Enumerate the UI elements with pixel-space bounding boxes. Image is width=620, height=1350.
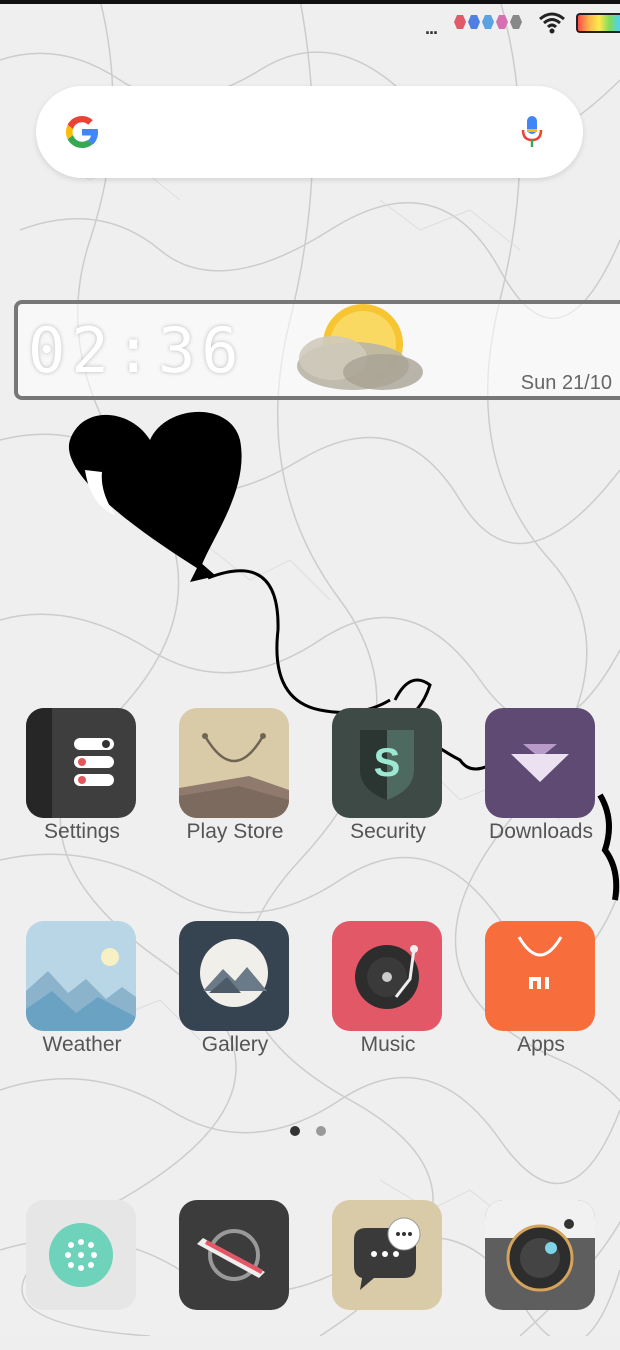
weather-icon[interactable] [26,921,136,1031]
clock-weather-widget[interactable]: 02:36 Sun 21/10 [14,300,620,400]
messages-icon[interactable] [332,1200,442,1310]
app-label: Play Store [186,820,284,843]
phone-dialer-icon[interactable] [26,1200,136,1310]
partly-cloudy-icon [297,304,423,390]
dock-app-phone[interactable] [2,1200,142,1350]
dock-app-camera[interactable] [461,1200,601,1350]
download-icon[interactable] [485,708,595,818]
dock-app-browser[interactable] [155,1200,295,1350]
app-settings[interactable]: Settings [2,708,142,858]
app-play-store[interactable]: Play Store [155,708,295,858]
app-music[interactable]: Music [308,921,448,1071]
app-apps[interactable]: Apps [461,921,601,1071]
app-label: Music [360,1033,416,1056]
top-edge [0,0,620,4]
app-gallery[interactable]: Gallery [155,921,295,1071]
wifi-icon [539,12,565,34]
mountain-icon[interactable] [179,921,289,1031]
page-indicator [290,1126,326,1136]
google-search-bar[interactable] [36,86,583,178]
app-label: Settings [44,820,120,843]
app-label: Security [350,820,426,843]
notification-dot [496,15,508,29]
notification-dot [454,15,466,29]
mic-icon[interactable] [520,114,544,150]
settings-icon[interactable] [26,708,136,818]
notification-dots [454,15,522,29]
page-dot-active [290,1126,300,1136]
shopping-bag-icon[interactable] [179,708,289,818]
record-icon[interactable] [332,921,442,1031]
notification-overflow-icon: ... [425,18,438,38]
mi-bag-icon[interactable] [485,921,595,1031]
dock-app-messages[interactable] [308,1200,448,1350]
date-label: Sun 21/10 [520,372,612,394]
shield-icon[interactable]: S [332,708,442,818]
camera-icon[interactable] [485,1200,595,1310]
status-bar: ... [0,0,620,48]
app-security[interactable]: S Security [308,708,448,858]
compass-browser-icon[interactable] [179,1200,289,1310]
google-logo-icon[interactable] [60,110,104,154]
app-label: Apps [517,1033,565,1056]
notification-dot [482,15,494,29]
clock-time: 02:36 [28,314,245,387]
app-label: Gallery [201,1033,269,1056]
notification-dot [468,15,480,29]
page-dot [316,1126,326,1136]
app-downloads[interactable]: Downloads [461,708,601,858]
app-label: Downloads [489,820,593,843]
app-label: Weather [42,1033,122,1056]
battery-icon [576,13,620,33]
app-weather[interactable]: Weather [2,921,142,1071]
svg-text:S: S [374,741,401,785]
notification-dot [510,15,522,29]
